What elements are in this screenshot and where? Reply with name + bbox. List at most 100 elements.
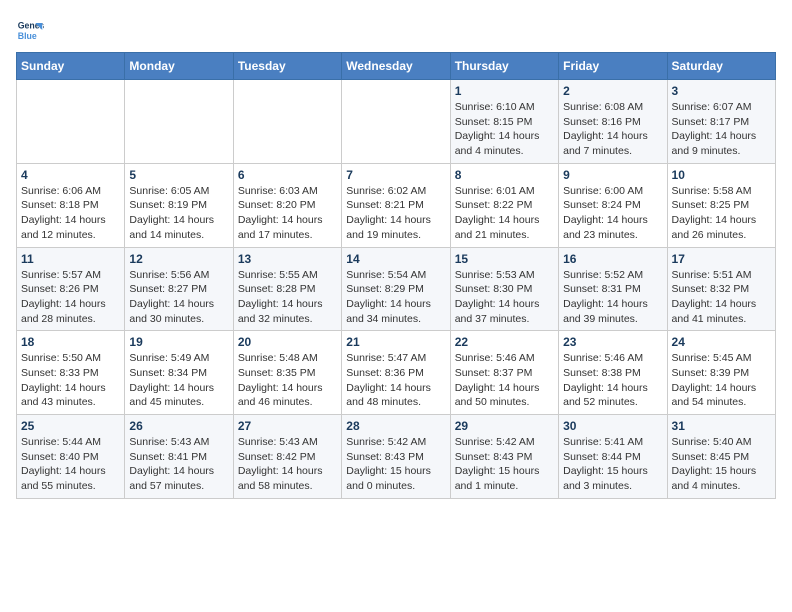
day-info: Sunrise: 5:54 AM Sunset: 8:29 PM Dayligh… [346,268,445,327]
day-header-friday: Friday [559,53,667,80]
day-info: Sunrise: 5:55 AM Sunset: 8:28 PM Dayligh… [238,268,337,327]
day-header-saturday: Saturday [667,53,775,80]
day-cell: 12 Sunrise: 5:56 AM Sunset: 8:27 PM Dayli… [125,247,233,331]
day-number: 27 [238,419,337,433]
day-number: 11 [21,252,120,266]
day-cell: 20 Sunrise: 5:48 AM Sunset: 8:35 PM Dayli… [233,331,341,415]
day-number: 23 [563,335,662,349]
day-info: Sunrise: 5:46 AM Sunset: 8:38 PM Dayligh… [563,351,662,410]
day-info: Sunrise: 6:07 AM Sunset: 8:17 PM Dayligh… [672,100,771,159]
day-number: 6 [238,168,337,182]
day-cell: 25Sunrise: 5:44 AM Sunset: 8:40 PM Dayli… [17,415,125,499]
day-cell [233,80,341,164]
week-row-2: 4 Sunrise: 6:06 AM Sunset: 8:18 PM Daylig… [17,163,776,247]
day-info: Sunrise: 6:02 AM Sunset: 8:21 PM Dayligh… [346,184,445,243]
day-info: Sunrise: 6:01 AM Sunset: 8:22 PM Dayligh… [455,184,554,243]
day-number: 2 [563,84,662,98]
day-cell: 13 Sunrise: 5:55 AM Sunset: 8:28 PM Dayli… [233,247,341,331]
day-number: 28 [346,419,445,433]
day-cell: 24 Sunrise: 5:45 AM Sunset: 8:39 PM Dayli… [667,331,775,415]
calendar-header: SundayMondayTuesdayWednesdayThursdayFrid… [17,53,776,80]
day-number: 18 [21,335,120,349]
day-cell: 7 Sunrise: 6:02 AM Sunset: 8:21 PM Daylig… [342,163,450,247]
day-info: Sunrise: 5:42 AM Sunset: 8:43 PM Dayligh… [455,435,554,494]
day-cell: 5 Sunrise: 6:05 AM Sunset: 8:19 PM Daylig… [125,163,233,247]
day-number: 26 [129,419,228,433]
day-info: Sunrise: 5:57 AM Sunset: 8:26 PM Dayligh… [21,268,120,327]
day-number: 3 [672,84,771,98]
day-cell: 30 Sunrise: 5:41 AM Sunset: 8:44 PM Dayli… [559,415,667,499]
day-info: Sunrise: 5:49 AM Sunset: 8:34 PM Dayligh… [129,351,228,410]
day-cell: 15Sunrise: 5:53 AM Sunset: 8:30 PM Dayli… [450,247,558,331]
day-info: Sunrise: 5:51 AM Sunset: 8:32 PM Dayligh… [672,268,771,327]
day-info: Sunrise: 5:44 AM Sunset: 8:40 PM Dayligh… [21,435,120,494]
day-info: Sunrise: 5:48 AM Sunset: 8:35 PM Dayligh… [238,351,337,410]
week-row-1: 1Sunrise: 6:10 AM Sunset: 8:15 PM Daylig… [17,80,776,164]
day-cell [17,80,125,164]
day-info: Sunrise: 5:52 AM Sunset: 8:31 PM Dayligh… [563,268,662,327]
day-cell: 22Sunrise: 5:46 AM Sunset: 8:37 PM Dayli… [450,331,558,415]
calendar-table: SundayMondayTuesdayWednesdayThursdayFrid… [16,52,776,499]
day-number: 12 [129,252,228,266]
day-number: 29 [455,419,554,433]
day-cell: 3 Sunrise: 6:07 AM Sunset: 8:17 PM Daylig… [667,80,775,164]
day-info: Sunrise: 6:03 AM Sunset: 8:20 PM Dayligh… [238,184,337,243]
day-cell: 2Sunrise: 6:08 AM Sunset: 8:16 PM Daylig… [559,80,667,164]
day-number: 14 [346,252,445,266]
day-info: Sunrise: 6:05 AM Sunset: 8:19 PM Dayligh… [129,184,228,243]
day-info: Sunrise: 5:43 AM Sunset: 8:42 PM Dayligh… [238,435,337,494]
day-header-tuesday: Tuesday [233,53,341,80]
day-info: Sunrise: 6:00 AM Sunset: 8:24 PM Dayligh… [563,184,662,243]
day-number: 5 [129,168,228,182]
day-info: Sunrise: 5:47 AM Sunset: 8:36 PM Dayligh… [346,351,445,410]
day-cell: 8 Sunrise: 6:01 AM Sunset: 8:22 PM Daylig… [450,163,558,247]
day-cell: 11 Sunrise: 5:57 AM Sunset: 8:26 PM Dayli… [17,247,125,331]
day-number: 17 [672,252,771,266]
day-cell: 16 Sunrise: 5:52 AM Sunset: 8:31 PM Dayli… [559,247,667,331]
day-info: Sunrise: 5:40 AM Sunset: 8:45 PM Dayligh… [672,435,771,494]
day-info: Sunrise: 5:46 AM Sunset: 8:37 PM Dayligh… [455,351,554,410]
day-cell: 23 Sunrise: 5:46 AM Sunset: 8:38 PM Dayli… [559,331,667,415]
day-cell: 6 Sunrise: 6:03 AM Sunset: 8:20 PM Daylig… [233,163,341,247]
day-number: 19 [129,335,228,349]
day-cell: 29 Sunrise: 5:42 AM Sunset: 8:43 PM Dayli… [450,415,558,499]
day-number: 30 [563,419,662,433]
day-number: 16 [563,252,662,266]
day-number: 8 [455,168,554,182]
day-number: 13 [238,252,337,266]
day-cell: 21 Sunrise: 5:47 AM Sunset: 8:36 PM Dayli… [342,331,450,415]
week-row-5: 25Sunrise: 5:44 AM Sunset: 8:40 PM Dayli… [17,415,776,499]
svg-text:Blue: Blue [18,31,37,41]
day-number: 9 [563,168,662,182]
day-info: Sunrise: 6:06 AM Sunset: 8:18 PM Dayligh… [21,184,120,243]
day-cell: 4 Sunrise: 6:06 AM Sunset: 8:18 PM Daylig… [17,163,125,247]
day-info: Sunrise: 5:41 AM Sunset: 8:44 PM Dayligh… [563,435,662,494]
page-header: General Blue [16,16,776,44]
day-number: 15 [455,252,554,266]
day-number: 7 [346,168,445,182]
day-cell [125,80,233,164]
day-number: 31 [672,419,771,433]
day-number: 21 [346,335,445,349]
day-number: 1 [455,84,554,98]
day-cell [342,80,450,164]
day-cell: 19 Sunrise: 5:49 AM Sunset: 8:34 PM Dayli… [125,331,233,415]
day-header-monday: Monday [125,53,233,80]
day-info: Sunrise: 5:45 AM Sunset: 8:39 PM Dayligh… [672,351,771,410]
day-number: 24 [672,335,771,349]
day-number: 10 [672,168,771,182]
day-cell: 9 Sunrise: 6:00 AM Sunset: 8:24 PM Daylig… [559,163,667,247]
day-cell: 26 Sunrise: 5:43 AM Sunset: 8:41 PM Dayli… [125,415,233,499]
day-cell: 1Sunrise: 6:10 AM Sunset: 8:15 PM Daylig… [450,80,558,164]
day-cell: 10 Sunrise: 5:58 AM Sunset: 8:25 PM Dayli… [667,163,775,247]
day-info: Sunrise: 5:56 AM Sunset: 8:27 PM Dayligh… [129,268,228,327]
day-info: Sunrise: 5:50 AM Sunset: 8:33 PM Dayligh… [21,351,120,410]
day-info: Sunrise: 5:43 AM Sunset: 8:41 PM Dayligh… [129,435,228,494]
day-cell: 18 Sunrise: 5:50 AM Sunset: 8:33 PM Dayli… [17,331,125,415]
day-number: 20 [238,335,337,349]
day-number: 4 [21,168,120,182]
day-cell: 17 Sunrise: 5:51 AM Sunset: 8:32 PM Dayli… [667,247,775,331]
day-cell: 27 Sunrise: 5:43 AM Sunset: 8:42 PM Dayli… [233,415,341,499]
day-header-sunday: Sunday [17,53,125,80]
day-info: Sunrise: 5:58 AM Sunset: 8:25 PM Dayligh… [672,184,771,243]
